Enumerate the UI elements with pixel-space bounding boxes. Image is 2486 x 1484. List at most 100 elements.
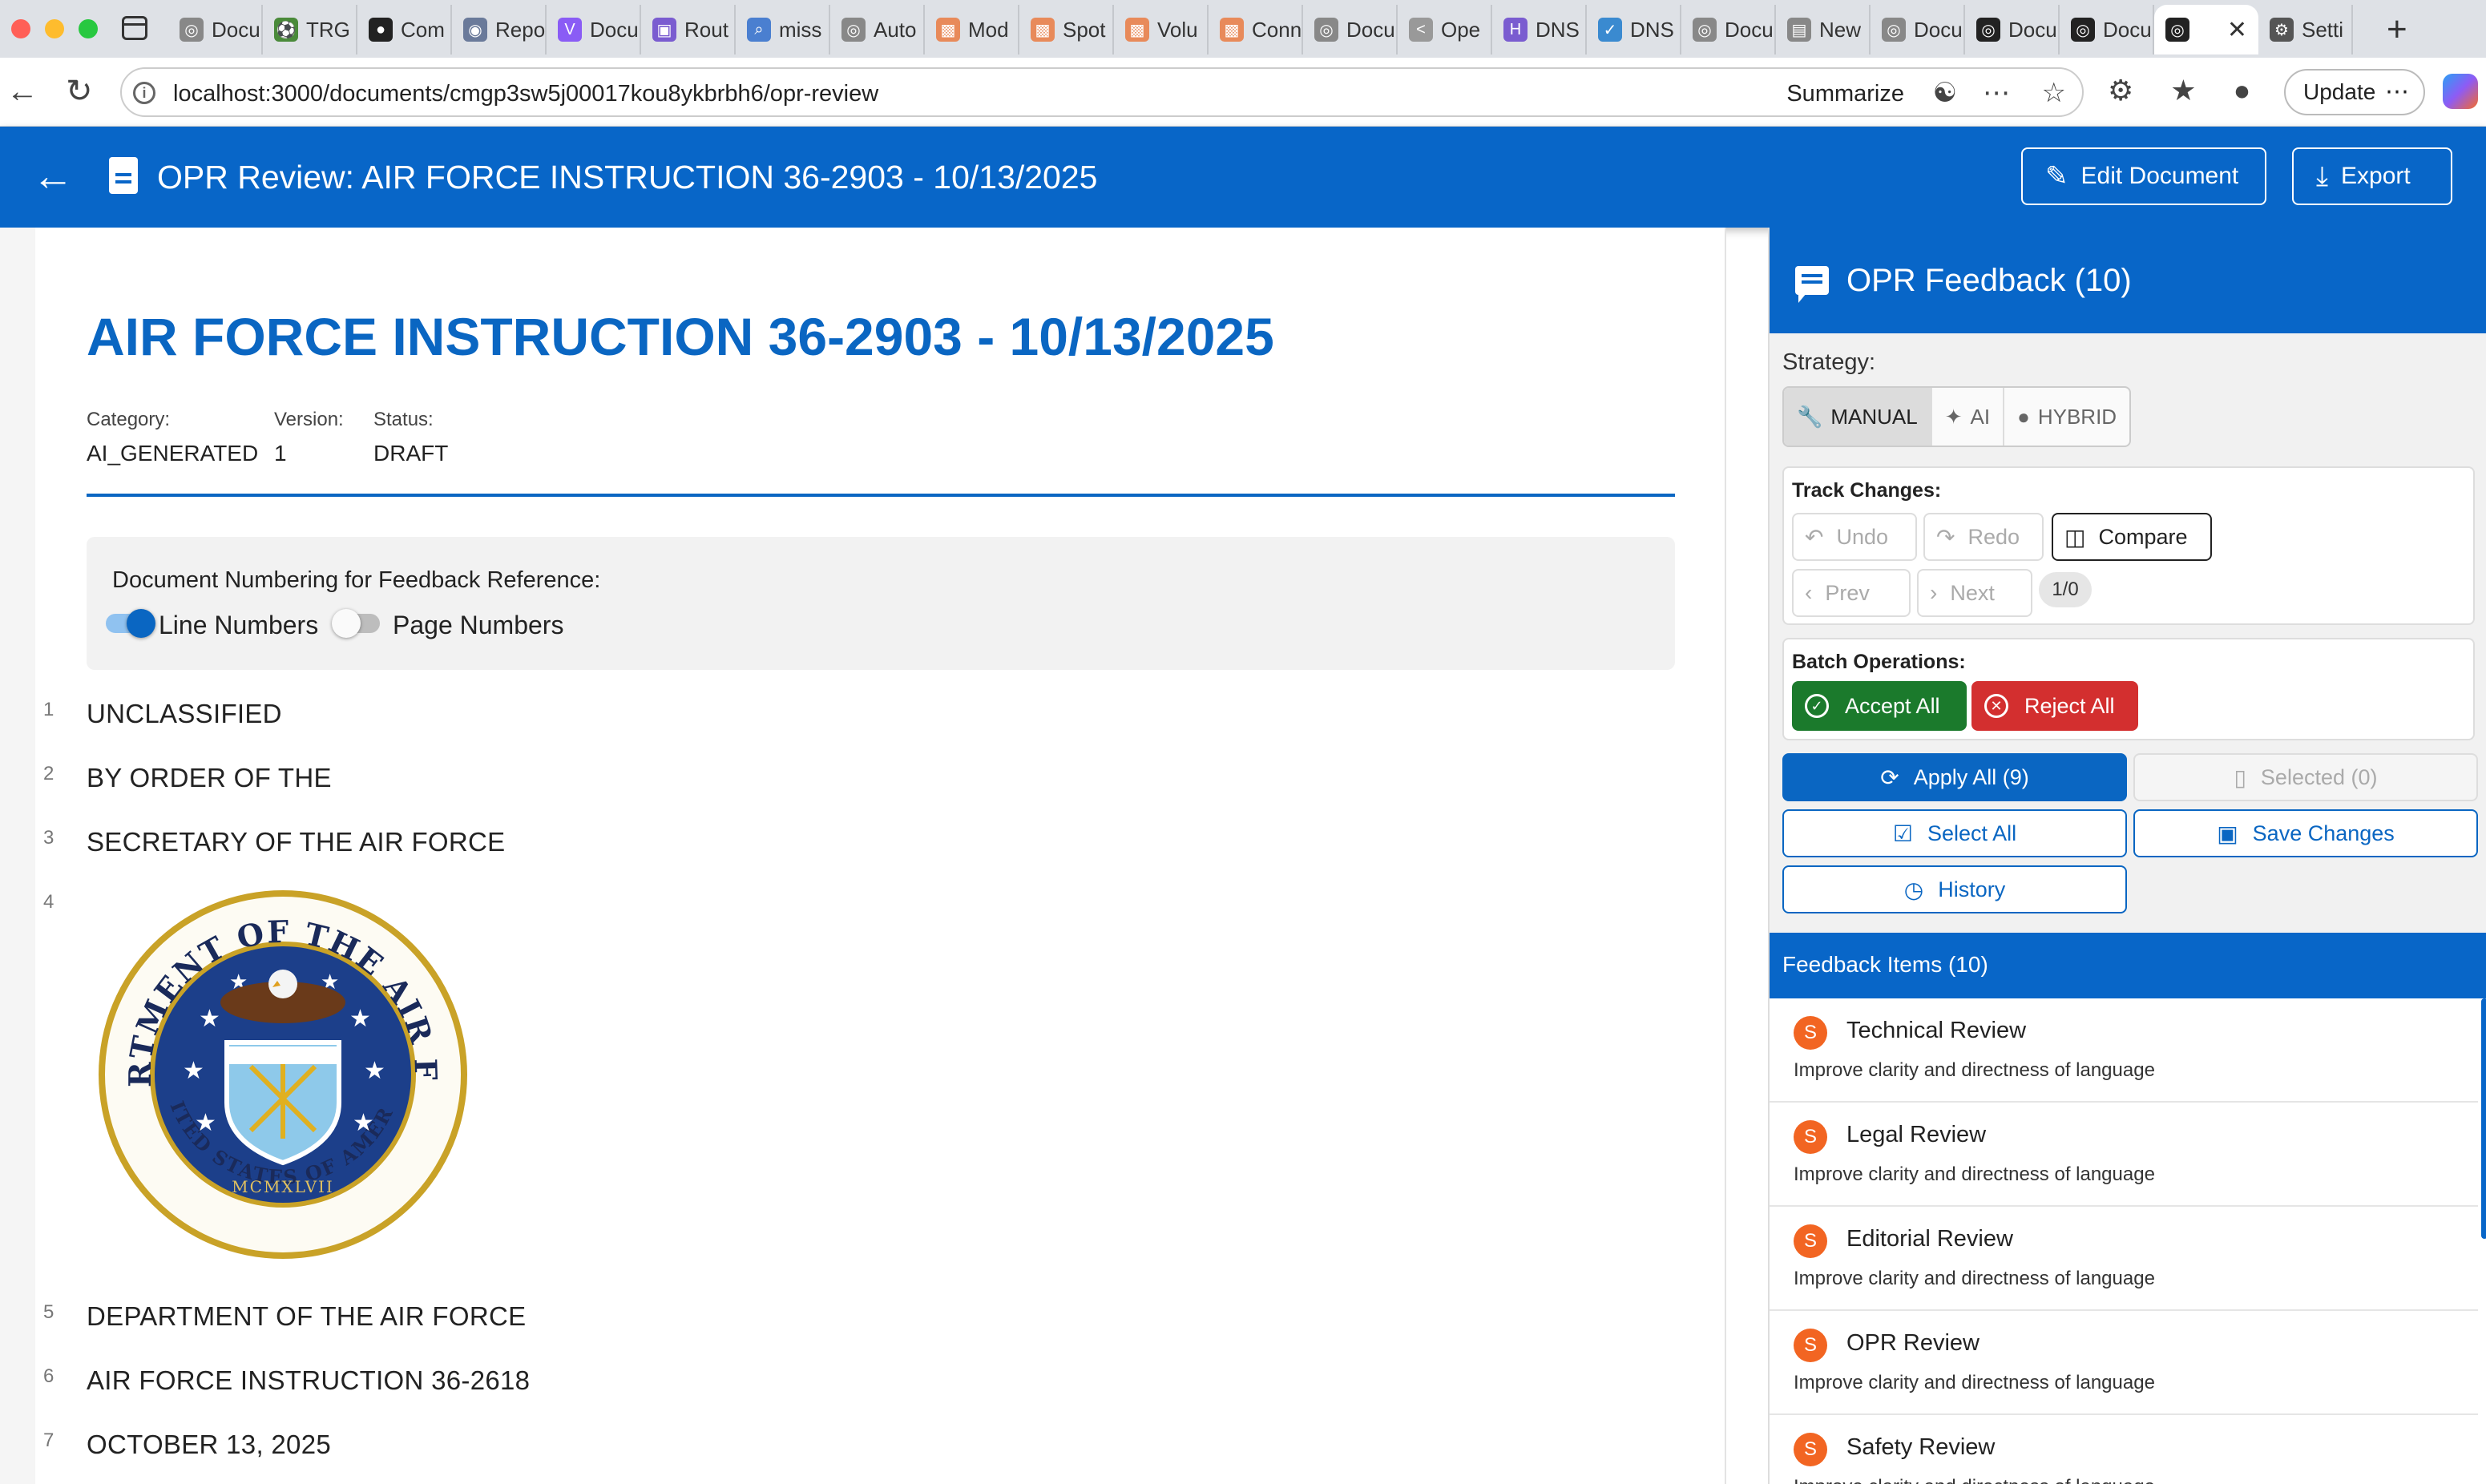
browser-tab[interactable]: ◎ Docu (2060, 5, 2154, 54)
summarize-icon[interactable]: ☯ (1933, 77, 1957, 109)
window-minimize-button[interactable] (45, 19, 64, 38)
browser-tab-settings[interactable]: ⚙ Setti (2258, 5, 2353, 54)
browser-tab[interactable]: ◎ Auto (830, 5, 925, 54)
page-numbers-label[interactable]: Page Numbers (393, 611, 563, 640)
globe-icon: ◎ (1882, 18, 1906, 42)
meta-version-value: 1 (274, 441, 287, 466)
globe-icon: ◎ (1976, 18, 2000, 42)
browser-menu-icon[interactable]: ⋯ (2385, 71, 2409, 114)
strategy-manual-button[interactable]: 🔧 MANUAL (1784, 388, 1932, 446)
new-tab-button[interactable]: + (2387, 10, 2407, 50)
line-numbers-toggle[interactable] (106, 609, 155, 638)
browser-tab[interactable]: V Docu (547, 5, 641, 54)
browser-tab[interactable]: < Ope (1398, 5, 1492, 54)
browser-tab[interactable]: ▩ Spot (1019, 5, 1114, 54)
feedback-panel-header: OPR Feedback (10) (1770, 228, 2486, 333)
edit-document-label: Edit Document (2080, 163, 2239, 189)
history-button[interactable]: ◷ History (1782, 865, 2127, 913)
search-icon: ⌕ (747, 18, 771, 42)
browser-tab-label: Docu (1725, 17, 1774, 42)
browser-tab[interactable]: H DNS (1492, 5, 1587, 54)
reviewer-avatar: S (1794, 1016, 1827, 1050)
github-icon: ● (369, 18, 393, 42)
url-field[interactable]: i localhost:3000/documents/cmgp3sw5j0001… (120, 67, 2084, 117)
strategy-ai-button[interactable]: ✦ AI (1932, 388, 2005, 446)
v-icon: V (558, 18, 582, 42)
reject-all-button[interactable]: ✕ Reject All (1971, 681, 2138, 731)
back-arrow-icon[interactable]: ← (32, 154, 74, 199)
apply-all-button[interactable]: ⟳ Apply All (9) (1782, 753, 2127, 801)
browser-tab[interactable]: ● Com (357, 5, 452, 54)
profile-avatar-icon[interactable]: ● (2234, 74, 2251, 107)
strategy-hybrid-button[interactable]: ● HYBRID (2004, 388, 2129, 446)
tab-sidebar-icon[interactable] (122, 16, 147, 40)
browser-back-button[interactable]: ← (6, 74, 38, 109)
browser-tab[interactable]: ▩ Mod (925, 5, 1019, 54)
extensions-icon[interactable]: ⚙ (2108, 74, 2133, 107)
browser-tab[interactable]: ◎ Docu (1871, 5, 1965, 54)
feedback-item[interactable]: S OPR Review Improve clarity and directn… (1770, 1311, 2478, 1415)
next-change-button[interactable]: › Next (1917, 569, 2032, 617)
browser-tab[interactable]: ▣ Rout (641, 5, 736, 54)
apply-all-label: Apply All (9) (1913, 764, 2029, 789)
browser-tab-label: Mod (968, 17, 1009, 42)
feedback-item[interactable]: S Legal Review Improve clarity and direc… (1770, 1103, 2478, 1207)
browser-tab[interactable]: ▩ Volu (1114, 5, 1209, 54)
browser-tab[interactable]: ▩ Conn (1209, 5, 1303, 54)
browser-tab[interactable]: ◎ Docu (1681, 5, 1776, 54)
accept-all-button[interactable]: ✓ Accept All (1792, 681, 1967, 731)
bookmark-star-icon[interactable]: ☆ (2042, 77, 2066, 109)
reload-button[interactable]: ↻ (66, 74, 93, 109)
update-button[interactable]: Update ⋯ (2284, 69, 2425, 115)
page-numbers-toggle[interactable] (332, 609, 380, 638)
strategy-toggle-group: 🔧 MANUAL ✦ AI ● HYBRID (1782, 386, 2132, 447)
browser-tab[interactable]: ◎ Docu (1965, 5, 2060, 54)
line-number: 3 (43, 827, 54, 849)
more-options-icon[interactable]: ⋯ (1983, 77, 2010, 109)
browser-tab[interactable]: ⚽ TRG (263, 5, 357, 54)
prev-change-button[interactable]: ‹ Prev (1792, 569, 1911, 617)
line-number: 7 (43, 1430, 54, 1451)
summarize-button[interactable]: Summarize (1786, 81, 1904, 107)
next-label: Next (1950, 580, 1995, 605)
document-line: DEPARTMENT OF THE AIR FORCE (87, 1301, 527, 1331)
undo-button[interactable]: ↶ Undo (1792, 513, 1917, 561)
auto-fix-icon: ⟳ (1880, 764, 1899, 790)
copilot-icon[interactable] (2443, 74, 2478, 109)
apply-selected-button[interactable]: ▯ Selected (0) (2133, 753, 2478, 801)
browser-tab-label: Auto (874, 17, 917, 42)
browser-tab[interactable]: ◎ Docu (1303, 5, 1398, 54)
url-text[interactable]: localhost:3000/documents/cmgp3sw5j00017k… (173, 81, 878, 107)
select-all-label: Select All (1927, 821, 2017, 845)
edit-document-button[interactable]: ✎ Edit Document (2021, 147, 2266, 205)
svg-text:★: ★ (183, 1058, 204, 1084)
compare-button[interactable]: ◫ Compare (2052, 513, 2212, 561)
line-numbers-label[interactable]: Line Numbers (159, 611, 318, 640)
browser-tab[interactable]: ◎ Docu (168, 5, 263, 54)
feedback-item[interactable]: S Technical Review Improve clarity and d… (1770, 998, 2478, 1103)
site-info-icon[interactable]: i (133, 82, 155, 104)
check-icon: ✓ (1598, 18, 1622, 42)
favorites-icon[interactable]: ★ (2170, 74, 2196, 107)
browser-tab-active[interactable]: ◎ ✕ (2154, 5, 2258, 54)
feedback-items-list: S Technical Review Improve clarity and d… (1770, 998, 2486, 1484)
browser-tab-label: Ope (1441, 17, 1481, 42)
browser-tab[interactable]: ✓ DNS (1587, 5, 1681, 54)
save-changes-button[interactable]: ▣ Save Changes (2133, 809, 2478, 857)
batch-operations-label: Batch Operations: (1792, 651, 1966, 673)
numbering-heading: Document Numbering for Feedback Referenc… (112, 567, 601, 593)
close-tab-icon[interactable]: ✕ (2227, 16, 2247, 44)
feedback-list-scrollbar[interactable] (2481, 998, 2486, 1239)
window-close-button[interactable] (11, 19, 30, 38)
redo-button[interactable]: ↷ Redo (1923, 513, 2044, 561)
select-all-button[interactable]: ☑ Select All (1782, 809, 2127, 857)
browser-tab[interactable]: ▤ New (1776, 5, 1871, 54)
feedback-item[interactable]: S Safety Review Improve clarity and dire… (1770, 1415, 2478, 1484)
window-maximize-button[interactable] (79, 19, 98, 38)
export-button[interactable]: ⤓ Export (2292, 147, 2452, 205)
browser-tab-label: Docu (212, 17, 260, 42)
browser-tab[interactable]: ◉ Repo (452, 5, 547, 54)
feedback-item[interactable]: S Editorial Review Improve clarity and d… (1770, 1207, 2478, 1311)
psychology-icon: ● (2017, 404, 2030, 429)
browser-tab[interactable]: ⌕ miss (736, 5, 830, 54)
